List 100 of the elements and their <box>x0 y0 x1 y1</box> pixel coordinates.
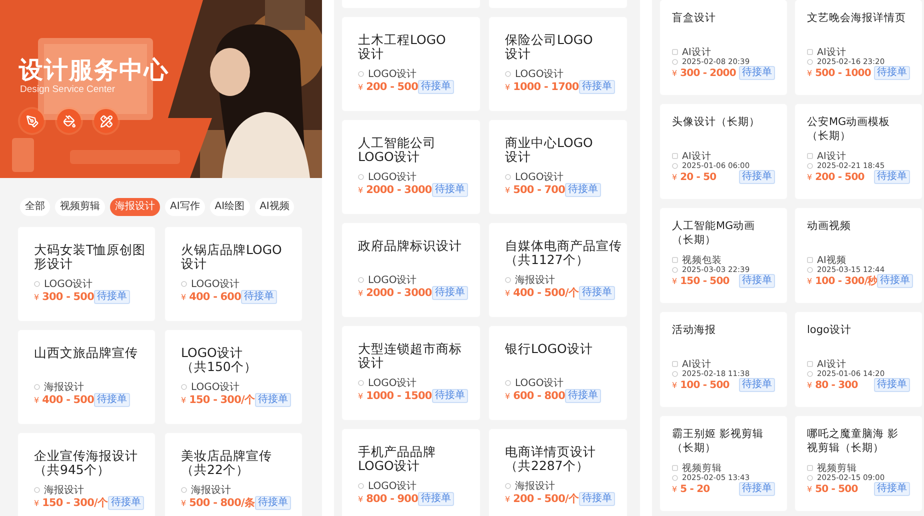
task-title: 大码女装T恤原创图 形设计 <box>34 243 147 271</box>
task-title: 山西文旅品牌宣传 <box>34 346 139 362</box>
task-card[interactable]: 美妆店品牌宣传 （共22个） 海报设计 ¥ 500 - 800/条 待接单 <box>165 433 302 516</box>
task-title: 火锅店品牌LOGO 设计 <box>181 243 283 271</box>
task-card[interactable]: 大码女装T恤原创图 形设计 LOGO设计 ¥ 300 - 500 待接单 <box>18 227 155 321</box>
task-category: 海报设计 <box>44 380 84 394</box>
status-badge: 待接单 <box>739 66 775 80</box>
task-price: 300 - 2000 <box>680 68 736 78</box>
task-title: 电商详情页设计 （共2287个） <box>505 445 597 473</box>
currency-sign: ¥ <box>807 484 812 494</box>
category-icon <box>34 487 40 493</box>
task-category: AI设计 <box>817 46 846 58</box>
category-tab[interactable]: AI绘图 <box>210 198 250 216</box>
clock-icon <box>672 162 678 168</box>
task-category: LOGO设计 <box>368 170 417 184</box>
clock-icon <box>672 58 678 64</box>
category-tab[interactable]: 视频剪辑 <box>55 198 105 216</box>
task-title: 头像设计（长期） <box>672 115 761 130</box>
task-price: 150 - 300/个 <box>189 393 256 407</box>
task-card[interactable]: 自媒体电商产品宣传 （共1127个） 海报设计 ¥ 400 - 500/个 待接单 <box>489 223 627 317</box>
category-tab[interactable]: AI写作 <box>165 198 205 216</box>
category-tab[interactable]: AI视频 <box>254 198 294 216</box>
status-badge: 待接单 <box>579 492 616 506</box>
category-icon <box>505 277 511 283</box>
task-category: 海报设计 <box>44 484 84 497</box>
currency-sign: ¥ <box>505 186 510 195</box>
currency-sign: ¥ <box>807 68 812 78</box>
task-title: 文艺晚会海报详情页 <box>807 11 907 26</box>
task-price: 200 - 500/个 <box>513 492 580 506</box>
category-icon <box>34 281 40 287</box>
task-title: 手机产品品牌 LOGO设计 <box>358 445 437 473</box>
status-badge: 待接单 <box>874 170 910 184</box>
task-category: LOGO设计 <box>368 480 417 493</box>
currency-sign: ¥ <box>358 289 364 298</box>
task-price: 100 - 500 <box>680 380 730 390</box>
category-icon <box>34 384 40 390</box>
pencil-ruler-icon <box>100 114 112 128</box>
task-price: 300 - 500 <box>42 291 94 303</box>
task-category: LOGO设计 <box>515 376 564 390</box>
status-badge: 待接单 <box>432 286 468 300</box>
task-title: 霸王别姬 影视剪辑 （长期） <box>672 427 764 455</box>
category-icon <box>672 465 678 471</box>
task-price: 2000 - 3000 <box>366 184 432 196</box>
task-category: LOGO设计 <box>368 68 417 81</box>
clock-icon <box>807 162 813 168</box>
task-category: 视频包装 <box>682 254 722 266</box>
status-badge: 待接单 <box>874 378 910 392</box>
task-title: 银行LOGO设计 <box>505 342 594 358</box>
currency-sign: ¥ <box>34 396 40 405</box>
task-category: LOGO设计 <box>515 170 564 184</box>
task-category: AI设计 <box>682 150 712 162</box>
task-title: LOGO设计 （共150个） <box>181 346 258 374</box>
task-card[interactable]: 企业宣传海报设计 （共945个） 海报设计 ¥ 150 - 300/个 待接单 <box>18 433 155 516</box>
pen-icon <box>26 114 38 128</box>
status-badge: 待接单 <box>94 393 130 407</box>
task-price: 500 - 1000 <box>815 68 871 78</box>
currency-sign: ¥ <box>807 172 812 182</box>
task-price: 500 - 700 <box>513 184 565 196</box>
paint-bucket-icon <box>62 114 76 128</box>
currency-sign: ¥ <box>34 499 40 508</box>
task-title: 美妆店品牌宣传 （共22个） <box>181 449 273 477</box>
task-card[interactable]: 政府品牌标识设计 LOGO设计 ¥ 2000 - 3000 待接单 <box>342 223 480 317</box>
task-card[interactable]: 大型连锁超市商标 设计 LOGO设计 ¥ 1000 - 1500 待接单 <box>342 326 480 420</box>
currency-sign: ¥ <box>358 83 364 92</box>
category-icon <box>181 487 187 493</box>
category-icon <box>181 281 187 287</box>
task-category: AI设计 <box>817 358 846 370</box>
task-card[interactable]: 商业中心LOGO 设计 LOGO设计 ¥ 500 - 700 待接单 <box>489 120 627 214</box>
task-title: logo设计 <box>807 323 852 338</box>
task-card[interactable]: LOGO设计 （共150个） LOGO设计 ¥ 150 - 300/个 待接单 <box>165 330 302 424</box>
task-card[interactable]: 手机产品品牌 LOGO设计 LOGO设计 ¥ 800 - 900 待接单 <box>342 429 480 516</box>
currency-sign: ¥ <box>505 83 510 92</box>
clock-icon <box>807 58 813 64</box>
status-badge: 待接单 <box>739 482 775 496</box>
category-icon <box>358 71 364 77</box>
task-card[interactable]: 人工智能公司 LOGO设计 LOGO设计 ¥ 2000 - 3000 待接单 <box>342 120 480 214</box>
task-card[interactable]: 银行LOGO设计 LOGO设计 ¥ 600 - 800 待接单 <box>489 326 627 420</box>
task-card[interactable]: 保险公司LOGO 设计 LOGO设计 ¥ 1000 - 1700 待接单 <box>489 17 627 111</box>
task-title: 动画视频 <box>807 219 852 234</box>
category-icon <box>807 361 813 367</box>
status-badge: 待接单 <box>874 482 910 496</box>
category-icon <box>358 380 364 386</box>
task-card[interactable]: 电商详情页设计 （共2287个） 海报设计 ¥ 200 - 500/个 待接单 <box>489 429 627 516</box>
task-card[interactable]: 山西文旅品牌宣传 海报设计 ¥ 400 - 500 待接单 <box>18 330 155 424</box>
status-badge: 待接单 <box>579 286 616 300</box>
status-badge: 待接单 <box>877 274 914 288</box>
category-tab[interactable]: 全部 <box>20 198 50 216</box>
status-badge: 待接单 <box>255 393 292 407</box>
task-card[interactable]: 土木工程LOGO 设计 LOGO设计 ¥ 200 - 500 待接单 <box>342 17 480 111</box>
task-card[interactable]: 火锅店品牌LOGO 设计 LOGO设计 ¥ 400 - 600 待接单 <box>165 227 302 321</box>
status-badge: 待接单 <box>432 389 468 403</box>
status-badge: 待接单 <box>255 496 292 510</box>
task-price: 500 - 800/条 <box>189 496 256 510</box>
status-badge: 待接单 <box>432 183 468 197</box>
currency-sign: ¥ <box>505 392 510 401</box>
hero-title: 设计服务中心 <box>19 55 169 85</box>
clock-icon <box>672 370 678 376</box>
currency-sign: ¥ <box>807 380 812 390</box>
task-price: 200 - 500 <box>366 81 418 93</box>
task-category: 海报设计 <box>515 480 555 493</box>
